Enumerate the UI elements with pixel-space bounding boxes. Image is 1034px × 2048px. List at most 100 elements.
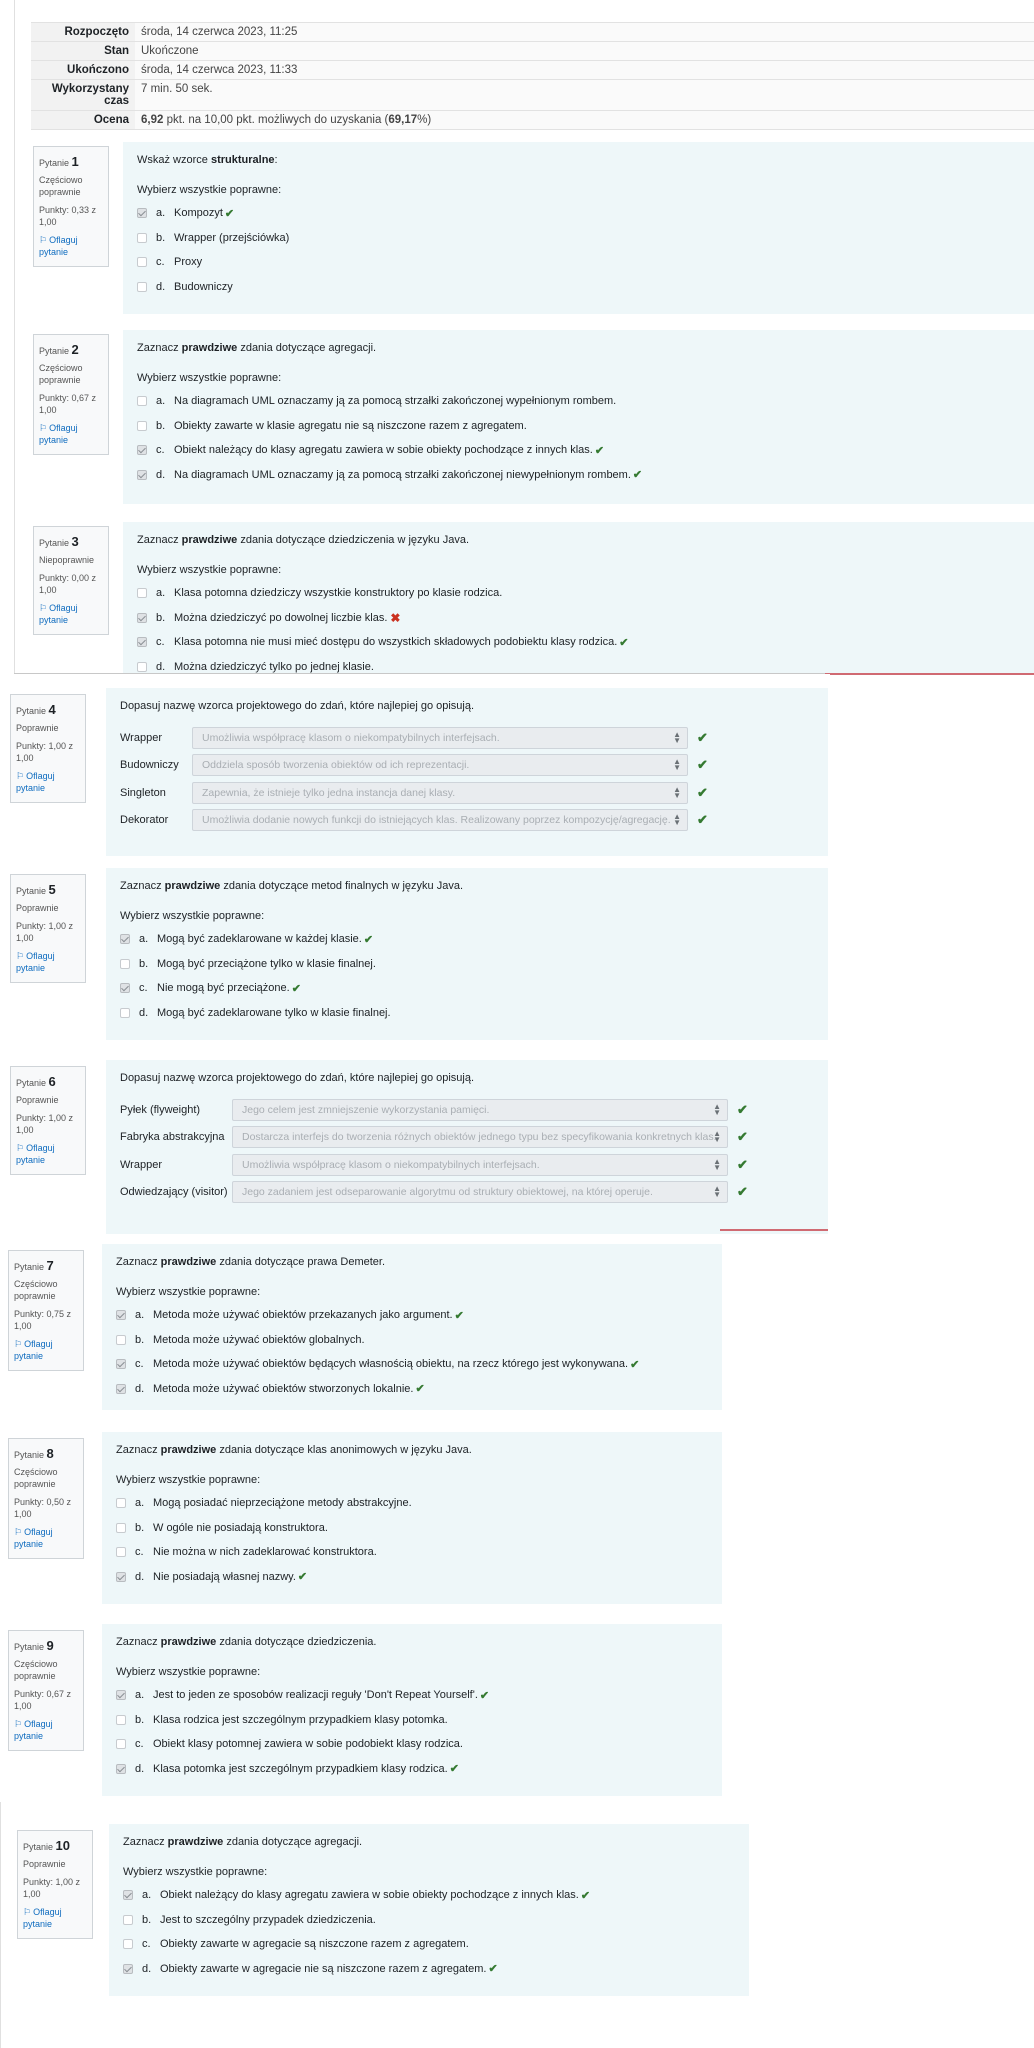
answer-option: b. Można dziedziczyć po dowolnej liczbie …	[137, 606, 1034, 631]
select-arrows-icon: ▲ ▼	[713, 1101, 721, 1117]
answer-checkbox[interactable]	[137, 469, 147, 480]
match-label: Pyłek (flyweight)	[120, 1103, 201, 1116]
answer-text: Obiekt należący do klasy agregatu zawier…	[160, 1889, 579, 1902]
answer-checkbox[interactable]	[116, 1498, 126, 1509]
incorrect-cross-icon: ✖	[390, 610, 401, 625]
answer-checkbox[interactable]	[120, 1007, 130, 1018]
answer-checkbox[interactable]	[116, 1383, 126, 1394]
answer-checkbox[interactable]	[123, 1890, 133, 1901]
answer-checkbox[interactable]	[116, 1334, 126, 1345]
flag-question-link[interactable]: ⚐ Oflaguj pytanie	[16, 950, 80, 974]
match-label: Singleton	[120, 786, 166, 799]
answer-text: Proxy	[174, 256, 203, 269]
screenshot-segment-2: Pytanie 4 Poprawnie Punkty: 1,00 z 1,00 ⚐ Of…	[0, 674, 830, 1234]
answer-text: W ogóle nie posiadają konstruktora.	[153, 1521, 328, 1534]
answer-checkbox[interactable]	[137, 232, 147, 243]
answer-checkbox[interactable]	[116, 1714, 126, 1725]
match-label: Odwiedzający (visitor)	[120, 1186, 228, 1199]
correct-check-icon: ✔	[697, 729, 708, 745]
flag-question-link[interactable]: ⚐ Oflaguj pytanie	[14, 1718, 78, 1742]
answer-text: Metoda może używać obiektów globalnych.	[153, 1333, 365, 1346]
flag-question-link[interactable]: ⚐ Oflaguj pytanie	[39, 602, 103, 626]
question-info-box: Pytanie 8 Częściowo poprawnie Punkty: 0,50…	[8, 1438, 84, 1560]
answer-checkbox[interactable]	[116, 1763, 126, 1774]
answer-option: a. Klasa potomna dziedziczy wszystkie kon…	[137, 581, 1034, 606]
question-text: Zaznacz prawdziwe zdania dotyczące agreg…	[123, 1836, 735, 1848]
answer-checkbox[interactable]	[137, 420, 147, 431]
question-number-value: 3	[71, 534, 79, 549]
question-text: Zaznacz prawdziwe zdania dotyczące dzied…	[137, 534, 1034, 546]
answer-letter: a.	[142, 1889, 152, 1902]
answer-checkbox[interactable]	[120, 983, 130, 994]
answer-checkbox[interactable]	[137, 445, 147, 456]
question-text-end: zdania dotyczące dziedziczenia.	[216, 1636, 377, 1648]
answer-checkbox[interactable]	[116, 1547, 126, 1558]
match-select[interactable]: Dostarcza interfejs do tworzenia różnych…	[232, 1126, 728, 1149]
question-number-value: 10	[55, 1838, 71, 1853]
answer-checkbox[interactable]	[116, 1690, 126, 1701]
answer-option: b. Klasa rodzica jest szczególnym przypad…	[116, 1708, 708, 1733]
answer-checkbox[interactable]	[116, 1310, 126, 1321]
question-content: Wskaż wzorce strukturalne: Wybierz wszyst…	[123, 142, 1034, 314]
question-number: Pytanie 8	[14, 1445, 78, 1463]
flag-question-link[interactable]: ⚐ Oflaguj pytanie	[14, 1338, 78, 1362]
match-select-value: Oddziela sposób tworzenia obiektów od ic…	[202, 759, 470, 772]
select-arrows-icon: ▲ ▼	[713, 1184, 721, 1200]
match-select[interactable]: Zapewnia, że istnieje tylko jedna instan…	[192, 781, 688, 804]
answer-checkbox[interactable]	[123, 1963, 133, 1974]
answer-checkbox[interactable]	[137, 637, 147, 648]
match-select[interactable]: Jego zadaniem jest odseparowanie algoryt…	[232, 1181, 728, 1204]
question-text-start: Dopasuj nazwę wzorca projektowego do zda…	[120, 700, 475, 712]
answer-prompt: Wybierz wszystkie poprawne:	[137, 564, 282, 576]
flag-question-link[interactable]: ⚐ Oflaguj pytanie	[39, 422, 103, 446]
answer-checkbox[interactable]	[137, 281, 147, 292]
question-grade: Punkty: 1,00 z 1,00	[16, 1112, 74, 1135]
answer-checkbox[interactable]	[116, 1359, 126, 1370]
answer-checkbox[interactable]	[116, 1571, 126, 1582]
flag-question-link[interactable]: ⚐ Oflaguj pytanie	[16, 770, 80, 794]
answer-text: Mogą być zadeklarowane tylko w klasie fi…	[157, 1006, 391, 1019]
answer-checkbox[interactable]	[137, 661, 147, 672]
answer-letter: b.	[135, 1521, 145, 1534]
match-select[interactable]: Oddziela sposób tworzenia obiektów od ic…	[192, 754, 688, 777]
flag-question-link[interactable]: ⚐ Oflaguj pytanie	[16, 1142, 80, 1166]
answer-prompt: Wybierz wszystkie poprawne:	[116, 1666, 261, 1678]
answer-checkbox[interactable]	[120, 958, 130, 969]
match-select[interactable]: Umożliwia współpracę klasom o niekompaty…	[232, 1153, 728, 1176]
answer-checkbox[interactable]	[137, 612, 147, 623]
answer-checkbox[interactable]	[137, 208, 147, 219]
answer-checkbox[interactable]	[123, 1939, 133, 1950]
answer-checkbox[interactable]	[137, 396, 147, 407]
flag-question-link[interactable]: ⚐ Oflaguj pytanie	[14, 1526, 78, 1550]
answer-checkbox[interactable]	[123, 1914, 133, 1925]
answer-checkbox[interactable]	[116, 1739, 126, 1750]
flag-question-link[interactable]: ⚐ Oflaguj pytanie	[23, 1906, 87, 1930]
attempt-summary-table: Rozpoczęto środa, 14 czerwca 2023, 11:25 …	[31, 22, 1034, 130]
answer-checkbox[interactable]	[137, 257, 147, 268]
answer-option: b. Jest to szczególny przypadek dziedzicz…	[123, 1908, 735, 1933]
question-number-label: Pytanie	[16, 1078, 47, 1088]
answer-text: Mogą posiadać nieprzeciążone metody abst…	[153, 1497, 412, 1510]
answer-letter: d.	[135, 1382, 145, 1395]
answer-option: d. Nie posiadają własnej nazwy. ✔	[116, 1565, 708, 1590]
question-info-box: Pytanie 4 Poprawnie Punkty: 1,00 z 1,00 ⚐ Of…	[10, 694, 86, 804]
flag-question-link[interactable]: ⚐ Oflaguj pytanie	[39, 234, 103, 258]
match-select[interactable]: Umożliwia współpracę klasom o niekompaty…	[192, 726, 688, 749]
correct-check-icon: ✔	[297, 1571, 308, 1584]
answer-letter: b.	[142, 1913, 152, 1926]
question-state: Niepoprawnie	[39, 554, 95, 565]
answer-letter: d.	[135, 1570, 145, 1583]
question-text-start: Zaznacz	[137, 342, 182, 354]
answer-text: Metoda może używać obiektów przekazanych…	[153, 1309, 453, 1322]
correct-check-icon: ✔	[737, 1101, 748, 1117]
question-text: Zaznacz prawdziwe zdania dotyczące agreg…	[137, 342, 1034, 354]
match-select[interactable]: Umożliwia dodanie nowych funkcji do istn…	[192, 809, 688, 832]
answer-checkbox[interactable]	[120, 934, 130, 945]
question-number-value: 4	[48, 702, 56, 717]
answer-checkbox[interactable]	[116, 1522, 126, 1533]
question-info-box: Pytanie 3 Niepoprawnie Punkty: 0,00 z 1,00…	[33, 526, 109, 636]
answer-option: b. Obiekty zawarte w klasie agregatu nie …	[137, 414, 1034, 439]
match-select[interactable]: Jego celem jest zmniejszenie wykorzystan…	[232, 1098, 728, 1121]
answer-checkbox[interactable]	[137, 588, 147, 599]
match-row: Budowniczy Oddziela sposób tworzenia obie…	[120, 752, 814, 780]
